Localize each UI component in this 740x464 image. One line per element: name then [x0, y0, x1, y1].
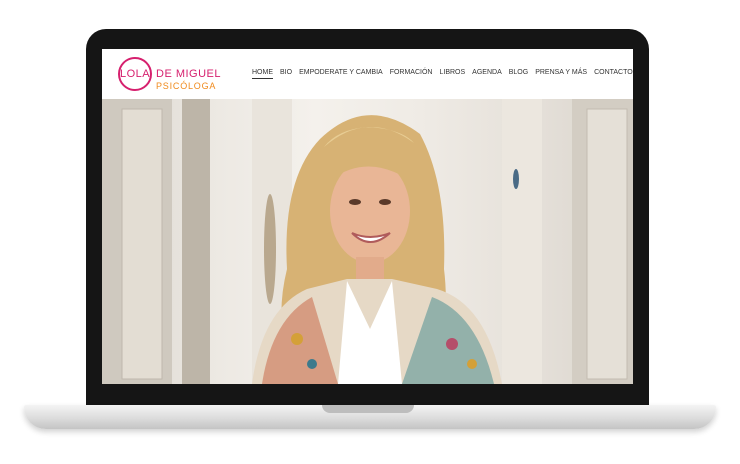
logo-psicologa-text: PSICÓLOGA — [156, 81, 217, 91]
nav-item-agenda[interactable]: AGENDA — [472, 69, 502, 79]
logo-lola-text: LOLA — [120, 68, 151, 80]
laptop-base-notch — [322, 405, 414, 413]
main-nav: HOME BIO EMPODERATE Y CAMBIA FORMACIÓN L… — [252, 69, 633, 79]
site-logo[interactable]: LOLA DE MIGUEL PSICÓLOGA — [118, 57, 228, 93]
nav-item-prensa[interactable]: PRENSA Y MÁS — [535, 69, 587, 79]
nav-item-bio[interactable]: BIO — [280, 69, 292, 79]
nav-item-libros[interactable]: LIBROS — [439, 69, 465, 79]
nav-item-formacion[interactable]: FORMACIÓN — [390, 69, 433, 79]
nav-item-empoderate[interactable]: EMPODERATE Y CAMBIA — [299, 69, 383, 79]
nav-item-contacto[interactable]: CONTACTO — [594, 69, 633, 79]
site-header: LOLA DE MIGUEL PSICÓLOGA HOME BIO EMPODE… — [102, 49, 633, 99]
hero-illustration — [102, 99, 633, 384]
hero-photo — [102, 99, 633, 384]
logo-demiguel-text: DE MIGUEL — [156, 68, 222, 80]
laptop-screen: LOLA DE MIGUEL PSICÓLOGA HOME BIO EMPODE… — [102, 49, 633, 384]
nav-item-home[interactable]: HOME — [252, 69, 273, 79]
nav-item-blog[interactable]: BLOG — [509, 69, 528, 79]
